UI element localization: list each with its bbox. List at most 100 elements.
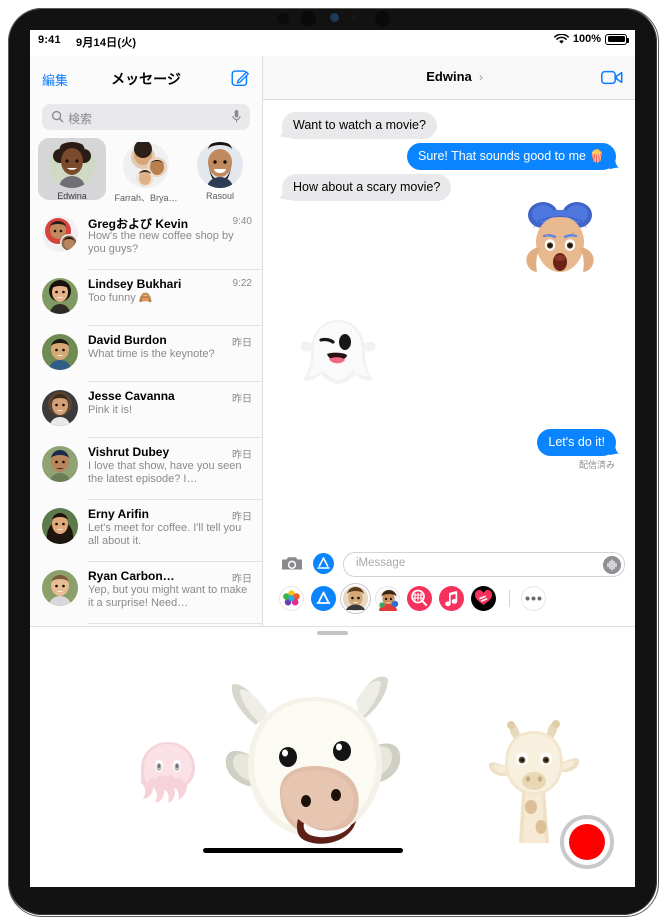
sidebar-navbar: 編集 メッセージ	[30, 56, 262, 100]
ipad-screen: 9:41 9月14日(火) 100% 編集 メッセージ 検索 Edwina Fa…	[30, 30, 635, 887]
conversation-preview: Too funny 🙈	[88, 292, 153, 304]
music-note-glyph	[445, 591, 458, 607]
conversation-preview: Yep, but you might want to make it a sur…	[88, 584, 248, 609]
app-store-app-icon[interactable]	[311, 586, 336, 611]
conversation-row-erny-arifin[interactable]: Erny Arifin 昨日 Let's meet for coffee. I'…	[30, 500, 262, 562]
conversation-name: Lindsey Bukhari	[88, 277, 182, 291]
conversation-time: 昨日	[232, 574, 252, 585]
more-apps-icon[interactable]	[521, 586, 546, 611]
photo-man-dark-hair	[42, 446, 78, 482]
memoji-stickers-app-icon[interactable]	[375, 586, 400, 611]
sidebar-title: メッセージ	[111, 71, 181, 87]
conversation-name: Jesse Cavanna	[88, 389, 175, 403]
camera-icon[interactable]	[281, 555, 303, 572]
conversation-row-greg-kevin[interactable]: Gregおよび Kevin 9:40 How's the new coffee …	[30, 208, 262, 270]
avatar	[197, 142, 243, 188]
avatar	[42, 278, 78, 314]
message-bubble-sent[interactable]: Let's do it!	[537, 429, 616, 456]
status-bar: 9:41 9月14日(火) 100%	[30, 30, 635, 56]
pinned-item-rasoul[interactable]: Rasoul	[186, 142, 254, 201]
divider	[509, 590, 510, 607]
cow-memoji[interactable]	[210, 669, 425, 869]
octopus-memoji[interactable]	[125, 730, 211, 816]
drag-handle[interactable]	[317, 631, 348, 635]
search-input[interactable]: 検索	[42, 104, 250, 130]
conversation-row-vishrut-dubey[interactable]: Vishrut Dubey 昨日 I love that show, have …	[30, 438, 262, 500]
hashtag-search-glyph	[411, 589, 428, 606]
memoji-shocked-blue-hair[interactable]	[519, 200, 601, 292]
screenshot-root: 9:41 9月14日(火) 100% 編集 メッセージ 検索 Edwina Fa…	[0, 0, 665, 923]
camera-dot-icon	[352, 15, 356, 19]
avatar	[42, 390, 78, 426]
photo-woman-dark-hair	[42, 278, 78, 314]
pinned-item-edwina[interactable]: Edwina	[38, 138, 106, 201]
digital-touch-app-icon[interactable]	[471, 586, 496, 611]
memoji-sticker-glyph	[377, 588, 400, 611]
pinned-label: Farrah、Brya…	[114, 193, 178, 203]
imessage-placeholder: iMessage	[356, 557, 406, 569]
photo-man-beard	[197, 142, 243, 188]
pinned-label: Edwina	[57, 191, 87, 201]
microphone-icon[interactable]	[232, 109, 241, 124]
message-bubble-received[interactable]: Want to watch a movie?	[282, 112, 437, 139]
conversation-time: 9:22	[232, 278, 252, 289]
record-button[interactable]	[560, 815, 614, 869]
conversation-name: Vishrut Dubey	[88, 445, 170, 459]
conversation-row-jesse-cavanna[interactable]: Jesse Cavanna 昨日 Pink it is!	[30, 382, 262, 438]
photo-woman-long-hair	[42, 508, 78, 544]
conversation-row-ryan-carbon[interactable]: Ryan Carbon… 昨日 Yep, but you might want …	[30, 562, 262, 624]
camera-lens-icon	[374, 10, 391, 27]
chevron-right-icon[interactable]: ›	[479, 70, 483, 84]
delivery-status: 配信済み	[578, 460, 615, 470]
message-thread[interactable]: Want to watch a movie? Sure! That sounds…	[263, 100, 635, 581]
conversation-preview: I love that show, have you seen the late…	[88, 460, 242, 485]
memoji-app-icon[interactable]	[343, 586, 368, 611]
message-bubble-sent[interactable]: Sure! That sounds good to me 🍿	[407, 143, 616, 170]
conversation-list[interactable]: Gregおよび Kevin 9:40 How's the new coffee …	[30, 208, 262, 626]
photos-app-icon[interactable]	[279, 586, 304, 611]
conversation-name: Ryan Carbon…	[88, 569, 175, 583]
status-time: 9:41	[38, 34, 61, 46]
messages-sidebar: 編集 メッセージ 検索 Edwina Farrah、Brya… Rasoul G…	[30, 56, 262, 626]
pinned-label: Rasoul	[205, 191, 234, 201]
images-search-app-icon[interactable]	[407, 586, 432, 611]
compose-icon[interactable]	[231, 68, 250, 87]
imessage-app-tray[interactable]	[263, 586, 635, 614]
photo-person-smiling	[42, 390, 78, 426]
photos-flower-glyph	[283, 590, 300, 606]
search-placeholder: 検索	[68, 112, 93, 126]
waveform-glyph	[607, 558, 617, 571]
conversation-row-lindsey-bukhari[interactable]: Lindsey Bukhari 9:22 Too funny 🙈	[30, 270, 262, 326]
audio-message-icon[interactable]	[603, 555, 621, 574]
home-indicator[interactable]	[203, 848, 403, 853]
memoji-ghost-winking[interactable]	[299, 314, 377, 394]
conversation-time: 昨日	[232, 512, 252, 523]
divider	[88, 623, 262, 624]
memoji-face-glyph	[343, 586, 368, 611]
app-store-glyph	[316, 591, 331, 604]
conversation-time: 昨日	[232, 338, 252, 349]
conversation-navbar: Edwina ›	[263, 56, 635, 100]
music-app-icon[interactable]	[439, 586, 464, 611]
avatar	[42, 508, 78, 544]
battery-percent: 100%	[572, 33, 601, 45]
conversation-row-david-burdon[interactable]: David Burdon 昨日 What time is the keynote…	[30, 326, 262, 382]
photo-man-blue-jacket	[42, 334, 78, 370]
conversation-preview: How's the new coffee shop by you guys?	[88, 230, 234, 255]
wifi-icon	[553, 33, 569, 44]
camera-lens-icon	[300, 10, 317, 27]
imessage-input[interactable]: iMessage	[343, 552, 625, 577]
app-store-icon[interactable]	[313, 553, 334, 574]
group-photo-three-people	[131, 140, 167, 187]
message-bubble-received[interactable]: How about a scary movie?	[282, 174, 452, 201]
pinned-item-group[interactable]: Farrah、Brya…	[112, 140, 180, 204]
status-right-group: 100%	[553, 33, 629, 45]
conversation-time: 昨日	[232, 394, 252, 405]
video-camera-icon[interactable]	[601, 70, 623, 85]
battery-icon	[605, 33, 629, 45]
avatar	[123, 140, 169, 188]
page-title[interactable]: Edwina	[263, 69, 635, 84]
bubble-tail-icon	[277, 189, 289, 200]
bubble-tail-icon	[609, 158, 621, 169]
conversation-preview: Pink it is!	[88, 404, 133, 416]
